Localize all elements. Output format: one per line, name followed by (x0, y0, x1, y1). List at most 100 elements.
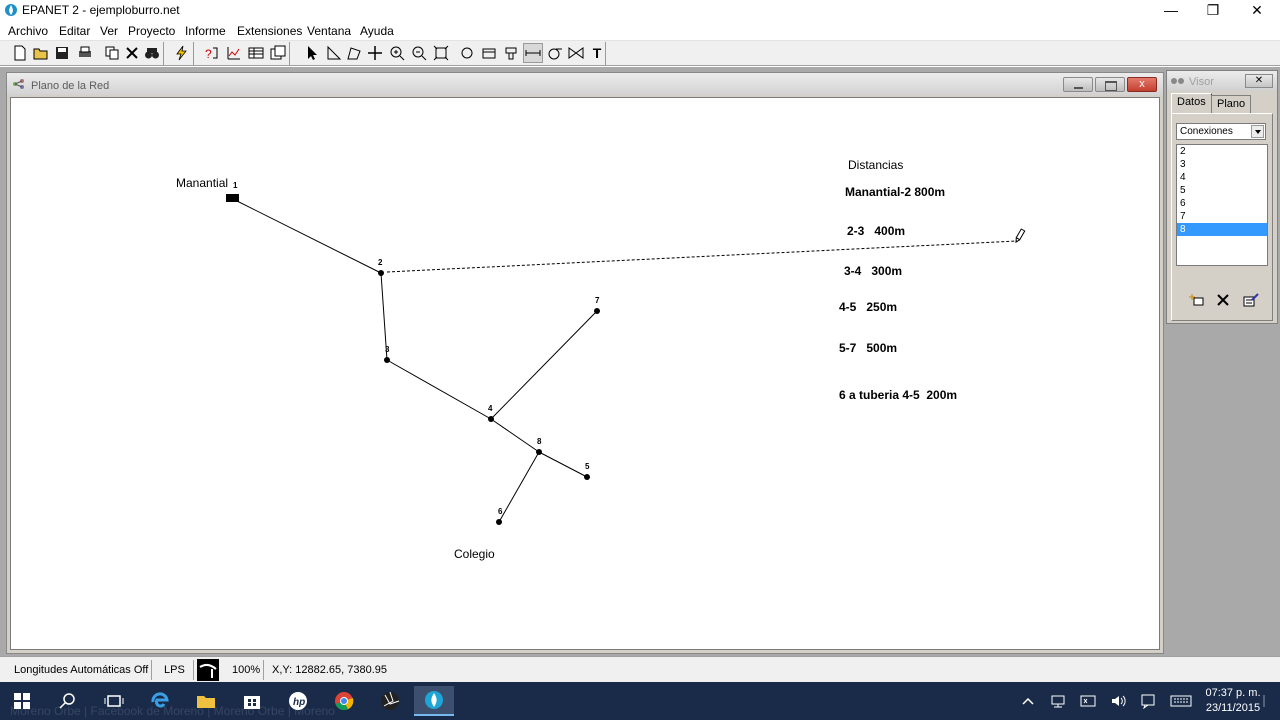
junction-node-4[interactable] (488, 416, 494, 422)
label-distance-manantial-2[interactable]: Manantial-2 800m (845, 185, 945, 199)
map-maximize-button[interactable] (1095, 77, 1125, 92)
search-button[interactable] (48, 686, 88, 716)
junction-node-3[interactable] (384, 357, 390, 363)
start-button[interactable] (2, 686, 42, 716)
menu-archivo[interactable]: Archivo (8, 24, 48, 38)
label-colegio[interactable]: Colegio (454, 547, 495, 561)
junction-node-2[interactable] (378, 270, 384, 276)
zoom-in-icon[interactable] (387, 43, 407, 63)
keyboard-icon[interactable] (1170, 693, 1192, 709)
junction-node-6[interactable] (496, 519, 502, 525)
taskbar-edge[interactable] (140, 686, 180, 716)
add-object-button[interactable] (1188, 292, 1206, 308)
label-distance-4-5[interactable]: 4-5 250m (839, 300, 897, 314)
find-binoculars-icon[interactable] (142, 43, 162, 63)
label-distance-3-4[interactable]: 3-4 300m (844, 264, 902, 278)
menu-ver[interactable]: Ver (100, 24, 118, 38)
pipe-4-8[interactable] (490, 418, 540, 453)
task-view-button[interactable] (94, 686, 134, 716)
taskbar-file-explorer[interactable] (186, 686, 226, 716)
notification-icon[interactable] (1140, 693, 1156, 709)
open-folder-icon[interactable] (31, 43, 51, 63)
select-vertex-icon[interactable] (324, 43, 344, 63)
minimize-button[interactable]: — (1148, 0, 1194, 21)
junction-node-5[interactable] (584, 474, 590, 480)
list-item[interactable]: 5 (1177, 184, 1267, 197)
select-region-icon[interactable] (344, 43, 364, 63)
pipe-1-2[interactable] (232, 198, 382, 274)
object-list[interactable]: 2345678 (1176, 144, 1268, 266)
delete-object-button[interactable] (1214, 292, 1232, 308)
pipe-3-4[interactable] (386, 359, 492, 420)
taskbar-chrome[interactable] (324, 686, 364, 716)
save-icon[interactable] (52, 43, 72, 63)
browser-titlebar[interactable]: Visor ✕ (1167, 71, 1277, 91)
map-close-button[interactable]: x (1127, 77, 1157, 92)
add-pump-icon[interactable] (545, 43, 565, 63)
list-item[interactable]: 4 (1177, 171, 1267, 184)
label-distance-2-3[interactable]: 2-3 400m (847, 224, 905, 238)
volume-icon[interactable] (1110, 693, 1126, 709)
map-canvas[interactable]: 1 2 3 4 5 6 7 8 Manantial Colegio Distancias Ma… (10, 97, 1160, 650)
table-icon[interactable] (246, 43, 266, 63)
label-distancias[interactable]: Distancias (848, 158, 903, 172)
close-button[interactable]: ✕ (1234, 0, 1280, 21)
map-minimize-button[interactable] (1063, 77, 1093, 92)
language-icon[interactable] (1080, 693, 1096, 709)
new-file-icon[interactable] (10, 43, 30, 63)
graph-icon[interactable] (224, 43, 244, 63)
list-item[interactable]: 2 (1177, 145, 1267, 158)
menu-informe[interactable]: Informe (185, 24, 226, 38)
network-icon[interactable] (1050, 693, 1066, 709)
add-label-icon[interactable]: T (587, 43, 607, 63)
query-icon[interactable]: ? (202, 43, 222, 63)
list-item[interactable]: 7 (1177, 210, 1267, 223)
pipe-8-6[interactable] (498, 451, 540, 523)
chevron-down-icon[interactable] (1251, 125, 1264, 138)
list-item[interactable]: 6 (1177, 197, 1267, 210)
taskbar-hp[interactable]: hp (278, 686, 318, 716)
tab-plano[interactable]: Plano (1211, 95, 1252, 113)
label-distance-6-tuberia[interactable]: 6 a tuberia 4-5 200m (839, 388, 957, 402)
list-item[interactable]: 3 (1177, 158, 1267, 171)
junction-node-7[interactable] (594, 308, 600, 314)
run-analysis-icon[interactable] (172, 43, 192, 63)
pipe-4-7[interactable] (490, 310, 598, 420)
copy-icon[interactable] (102, 43, 122, 63)
taskbar-store[interactable] (232, 686, 272, 716)
pan-icon[interactable] (365, 43, 385, 63)
print-icon[interactable] (75, 43, 95, 63)
add-reservoir-icon[interactable] (479, 43, 499, 63)
pipe-8-5[interactable] (538, 451, 588, 478)
show-desktop-icon[interactable] (1262, 693, 1274, 709)
status-auto-length[interactable]: Longitudes Automáticas Off (8, 660, 152, 680)
system-clock[interactable]: 07:37 p. m. 23/11/2015 (1200, 686, 1266, 716)
full-extent-icon[interactable] (431, 43, 451, 63)
taskbar-media-app[interactable] (370, 686, 410, 716)
map-window-titlebar[interactable]: Plano de la Red x (7, 73, 1163, 95)
restore-button[interactable]: ❐ (1190, 0, 1236, 21)
menu-extensiones[interactable]: Extensiones (237, 24, 302, 38)
menu-proyecto[interactable]: Proyecto (128, 24, 175, 38)
label-distance-5-7[interactable]: 5-7 500m (839, 341, 897, 355)
zoom-out-icon[interactable] (409, 43, 429, 63)
options-icon[interactable] (268, 43, 288, 63)
edit-object-button[interactable] (1242, 292, 1260, 308)
taskbar-epanet[interactable] (414, 686, 454, 716)
menu-ayuda[interactable]: Ayuda (360, 24, 394, 38)
object-category-select[interactable]: Conexiones (1176, 123, 1266, 140)
tab-datos[interactable]: Datos (1171, 93, 1212, 114)
add-tank-icon[interactable] (501, 43, 521, 63)
add-valve-icon[interactable] (566, 43, 586, 63)
browser-close-button[interactable]: ✕ (1245, 74, 1273, 88)
reservoir-node-1[interactable] (226, 194, 239, 202)
menu-editar[interactable]: Editar (59, 24, 90, 38)
list-item[interactable]: 8 (1177, 223, 1267, 236)
add-junction-icon[interactable] (457, 43, 477, 63)
chevron-up-icon[interactable] (1020, 693, 1036, 709)
select-arrow-icon[interactable] (302, 43, 322, 63)
junction-node-8[interactable] (536, 449, 542, 455)
add-pipe-icon[interactable] (523, 43, 543, 63)
menu-ventana[interactable]: Ventana (307, 24, 351, 38)
delete-icon[interactable] (122, 43, 142, 63)
